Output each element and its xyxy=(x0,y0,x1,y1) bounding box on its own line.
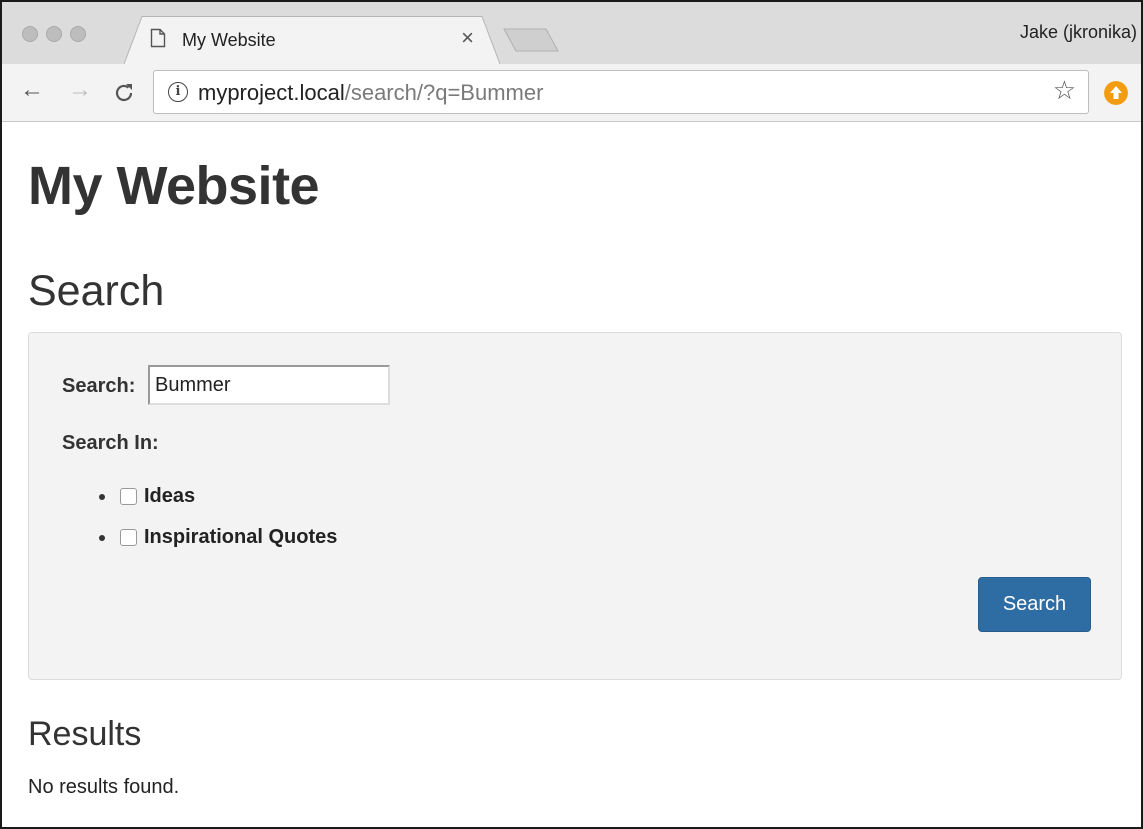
results-heading: Results xyxy=(28,715,142,753)
info-icon[interactable]: i xyxy=(168,82,188,102)
new-tab-button[interactable] xyxy=(502,28,560,52)
bookmark-star-icon[interactable]: ☆ xyxy=(1053,77,1076,103)
forward-arrow-icon[interactable]: → xyxy=(68,78,92,102)
search-heading: Search xyxy=(28,267,165,315)
window-close-button[interactable] xyxy=(22,26,38,42)
profile-name[interactable]: Jake (jkronika) xyxy=(1020,22,1137,43)
back-arrow-icon[interactable]: ← xyxy=(20,78,44,102)
tab-my-website[interactable]: My Website × xyxy=(124,16,500,64)
results-message: No results found. xyxy=(28,776,180,798)
tab-close-icon[interactable]: × xyxy=(461,27,474,49)
page-content: My Website Search Search: Search In: Ide… xyxy=(2,122,1141,827)
url-host: myproject.local xyxy=(198,80,345,105)
inspirational-quotes-label[interactable]: Inspirational Quotes xyxy=(144,526,337,549)
search-label: Search: xyxy=(62,375,136,397)
bullet xyxy=(99,493,105,500)
bullet xyxy=(99,534,105,541)
list-item-ideas: Ideas xyxy=(99,485,195,508)
tab-strip: My Website × Jake (jkronika) xyxy=(2,2,1141,64)
browser-toolbar: ← → i myproject.local/search/?q=Bummer ☆ xyxy=(2,64,1141,122)
url-path: /search/?q=Bummer xyxy=(344,80,544,105)
window-minimize-button[interactable] xyxy=(46,26,62,42)
search-form-panel: Search: Search In: Ideas Inspirational Q… xyxy=(28,332,1122,680)
update-icon[interactable] xyxy=(1104,81,1128,105)
ideas-label[interactable]: Ideas xyxy=(144,485,195,508)
search-in-label: Search In: xyxy=(62,432,159,454)
ideas-checkbox[interactable] xyxy=(120,488,137,505)
page-icon xyxy=(150,28,166,48)
address-bar[interactable]: i myproject.local/search/?q=Bummer ☆ xyxy=(153,70,1089,114)
browser-window: My Website × Jake (jkronika) ← → i mypro… xyxy=(0,0,1143,829)
reload-icon[interactable] xyxy=(112,81,136,105)
search-button[interactable]: Search xyxy=(978,577,1091,632)
window-zoom-button[interactable] xyxy=(70,26,86,42)
tab-title: My Website xyxy=(182,30,276,50)
url-text[interactable]: myproject.local/search/?q=Bummer xyxy=(198,80,543,106)
inspirational-quotes-checkbox[interactable] xyxy=(120,529,137,546)
list-item-inspirational-quotes: Inspirational Quotes xyxy=(99,526,337,549)
site-title: My Website xyxy=(28,156,320,216)
search-input[interactable] xyxy=(148,365,390,405)
